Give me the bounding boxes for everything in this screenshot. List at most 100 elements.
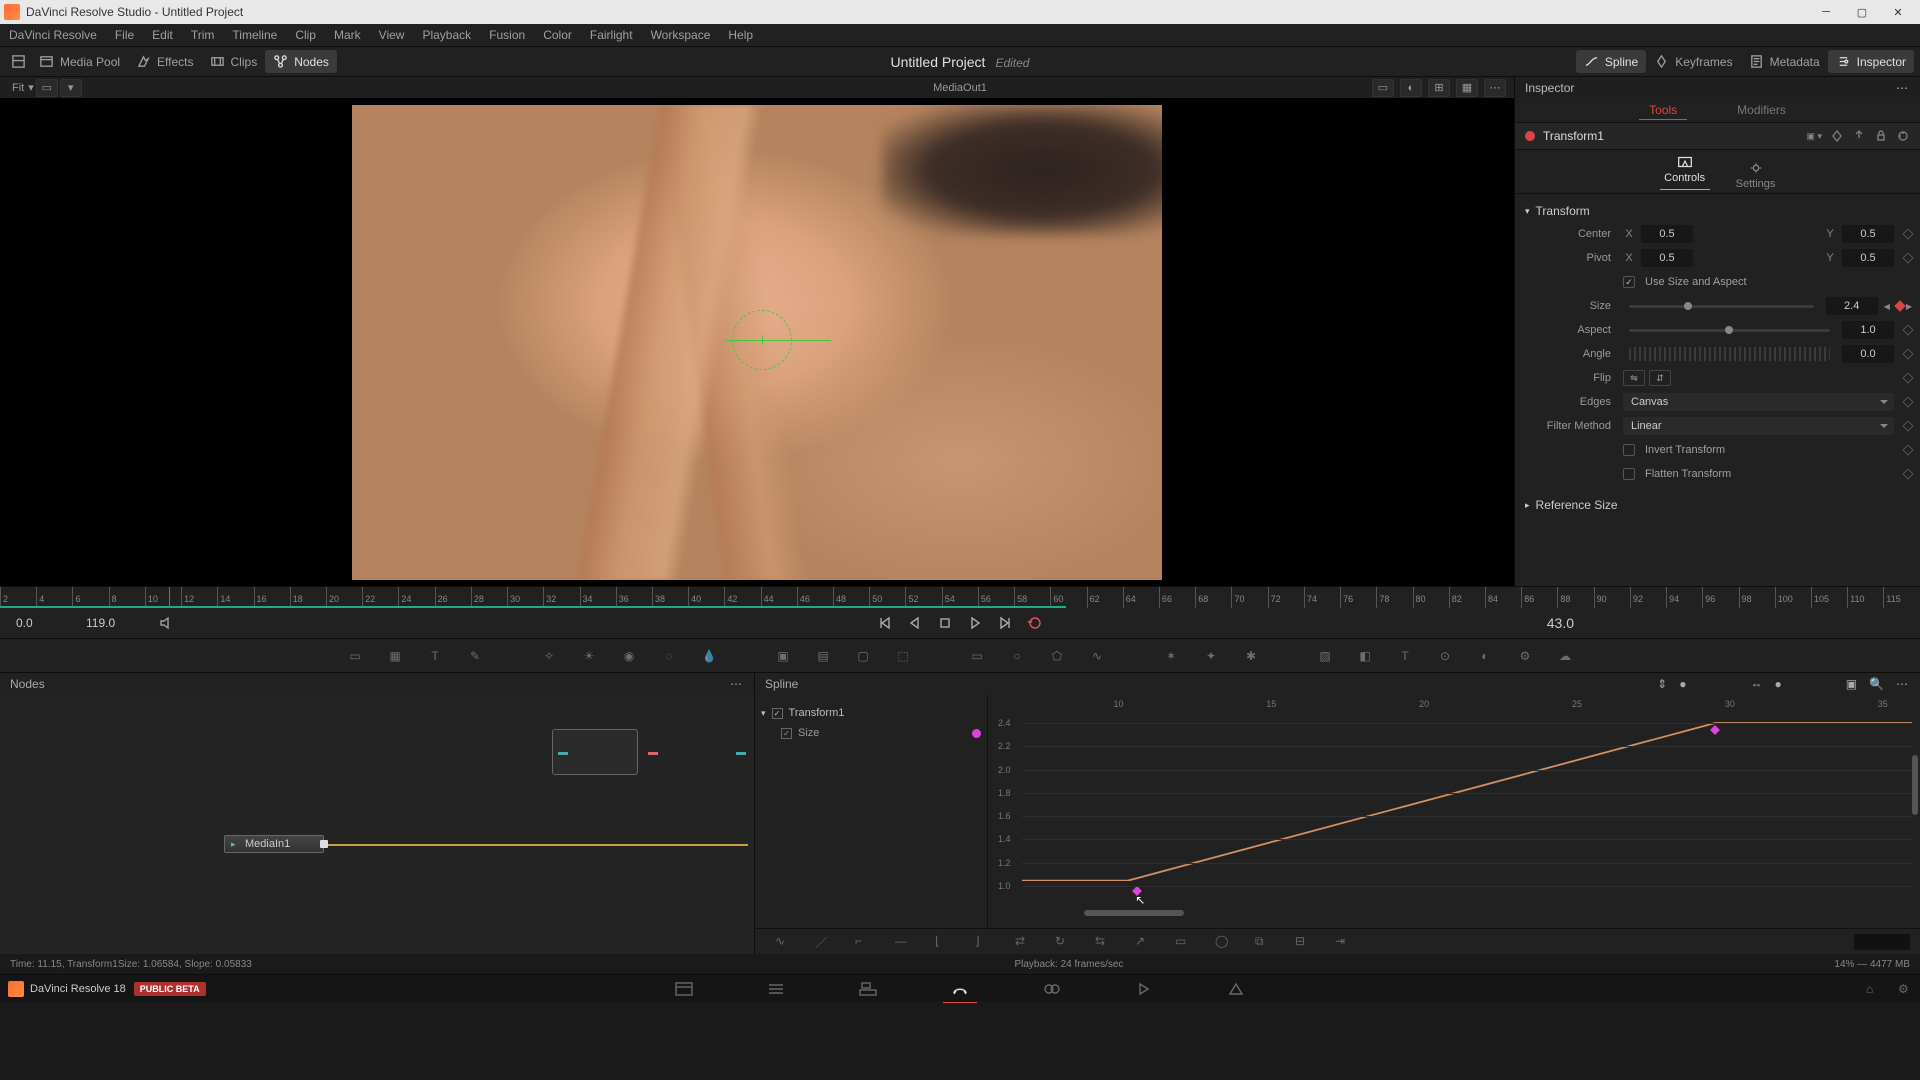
center-y-field[interactable]: 0.5	[1842, 225, 1894, 243]
aspect-field[interactable]: 1.0	[1842, 321, 1894, 339]
matte-icon[interactable]: ▤	[813, 646, 833, 666]
inspector-menu[interactable]: ⋯	[1896, 81, 1910, 95]
spline-relative[interactable]: ↗	[1135, 934, 1151, 950]
light-icon[interactable]: ◐	[1475, 646, 1495, 666]
pemitter-icon[interactable]: ✱	[1241, 646, 1261, 666]
text3d-icon[interactable]: T	[1395, 646, 1415, 666]
blur-icon[interactable]: ◌	[659, 646, 679, 666]
last-frame[interactable]	[997, 615, 1013, 631]
mediain-output[interactable]	[320, 840, 328, 848]
spline-v-scroll[interactable]	[1912, 755, 1918, 815]
prender-icon[interactable]: ✦	[1201, 646, 1221, 666]
maximize-button[interactable]: ▢	[1844, 1, 1880, 23]
size-check[interactable]	[781, 728, 792, 739]
page-cut[interactable]	[765, 980, 787, 998]
keyframe-diamond[interactable]	[1902, 444, 1913, 455]
spline-flat[interactable]: —	[895, 934, 911, 950]
menu-help[interactable]: Help	[719, 24, 762, 46]
spline-graph[interactable]: ↖ 2.42.22.01.81.61.41.21.0101520253035	[987, 695, 1920, 928]
menu-timeline[interactable]: Timeline	[223, 24, 286, 46]
size-color[interactable]	[972, 729, 981, 738]
camera3d-icon[interactable]: ⊙	[1435, 646, 1455, 666]
page-media[interactable]	[673, 980, 695, 998]
spline-step[interactable]: ⌐	[855, 934, 871, 950]
merge-icon[interactable]: ▣	[773, 646, 793, 666]
media-pool-button[interactable]: Media Pool	[31, 50, 128, 73]
spline-h-scroll[interactable]	[1084, 910, 1184, 916]
size-field[interactable]: 2.4	[1826, 297, 1878, 315]
range-start[interactable]: 0.0	[16, 616, 76, 630]
viewer-layout-b[interactable]: ▾	[60, 79, 82, 97]
keyframe-diamond[interactable]	[1902, 348, 1913, 359]
subtab-settings[interactable]: Settings	[1736, 161, 1776, 193]
lock-icon[interactable]	[1874, 129, 1888, 143]
camera-icon[interactable]: ◉	[619, 646, 639, 666]
brightness-icon[interactable]: ☀	[579, 646, 599, 666]
section-reference-size[interactable]: ▸Reference Size	[1515, 494, 1920, 516]
node-port-out[interactable]	[648, 752, 658, 755]
size-keyframe[interactable]	[1894, 300, 1905, 311]
keyframe-diamond[interactable]	[1902, 420, 1913, 431]
polygon-icon[interactable]: ⬠	[1047, 646, 1067, 666]
zoom-h-icon[interactable]: ⇔	[1750, 677, 1762, 691]
home-icon[interactable]: ⌂	[1866, 982, 1880, 996]
reset-icon[interactable]	[1896, 129, 1910, 143]
loop[interactable]	[1027, 615, 1043, 631]
viewer-opt-a[interactable]: ▭	[1372, 79, 1394, 97]
merge3d-icon[interactable]: ☁	[1555, 646, 1575, 666]
pin-icon[interactable]	[1852, 129, 1866, 143]
zoom-fit-icon[interactable]: ▣	[1846, 677, 1857, 691]
spline-pingpong[interactable]: ⇆	[1095, 934, 1111, 950]
close-button[interactable]: ✕	[1880, 1, 1916, 23]
text-icon[interactable]: T	[425, 646, 445, 666]
page-fusion[interactable]	[949, 980, 971, 998]
tree-size[interactable]: Size	[761, 723, 981, 743]
speaker-icon[interactable]	[158, 615, 174, 631]
spline-ease-in[interactable]: ⌊	[935, 934, 951, 950]
nodes-menu[interactable]: ⋯	[730, 677, 744, 691]
keyframe-diamond[interactable]	[1902, 252, 1913, 263]
viewer-more[interactable]: ⋯	[1484, 79, 1506, 97]
menu-davinci-resolve[interactable]: DaVinci Resolve	[0, 24, 106, 46]
menu-edit[interactable]: Edit	[143, 24, 182, 46]
spline-paste[interactable]: ⊟	[1295, 934, 1311, 950]
spline-loop[interactable]: ↻	[1055, 934, 1071, 950]
tracker-icon[interactable]: ✧	[539, 646, 559, 666]
zoom-tool-icon[interactable]: 🔍	[1869, 677, 1884, 691]
menu-file[interactable]: File	[106, 24, 143, 46]
image-plane-icon[interactable]: ▨	[1315, 646, 1335, 666]
center-x-field[interactable]: 0.5	[1641, 225, 1693, 243]
spline-lasso[interactable]: ◯	[1215, 934, 1231, 950]
zoom-dot-v[interactable]: ●	[1679, 677, 1686, 691]
particles-icon[interactable]: ✶	[1161, 646, 1181, 666]
menu-trim[interactable]: Trim	[182, 24, 224, 46]
menu-fairlight[interactable]: Fairlight	[581, 24, 642, 46]
viewer[interactable]	[0, 98, 1514, 586]
ellipse-icon[interactable]: ○	[1007, 646, 1027, 666]
pivot-x-field[interactable]: 0.5	[1641, 249, 1693, 267]
keyframe-diamond[interactable]	[1902, 324, 1913, 335]
angle-field[interactable]: 0.0	[1842, 345, 1894, 363]
nodes-button[interactable]: Nodes	[265, 50, 337, 73]
tab-modifiers[interactable]: Modifiers	[1727, 101, 1796, 119]
stop[interactable]	[937, 615, 953, 631]
metadata-button[interactable]: Metadata	[1741, 50, 1828, 73]
menu-mark[interactable]: Mark	[325, 24, 370, 46]
viewer-opt-d[interactable]: ▦	[1456, 79, 1478, 97]
size-slider[interactable]	[1629, 305, 1814, 308]
menu-workspace[interactable]: Workspace	[642, 24, 720, 46]
invert-check[interactable]	[1623, 444, 1635, 456]
page-deliver[interactable]	[1225, 980, 1247, 998]
colorcorrector-icon[interactable]: 💧	[699, 646, 719, 666]
spline-menu[interactable]: ⋯	[1896, 677, 1910, 691]
menu-playback[interactable]: Playback	[413, 24, 480, 46]
versions-icon[interactable]: ▣ ▾	[1806, 131, 1822, 142]
spline-time-stretch[interactable]: ⇥	[1335, 934, 1351, 950]
viewer-layout-a[interactable]: ▭	[36, 79, 58, 97]
spline-value-field[interactable]	[1854, 934, 1910, 950]
zoom-v-icon[interactable]: ⇕	[1657, 677, 1667, 691]
tab-tools[interactable]: Tools	[1639, 101, 1687, 120]
paint-icon[interactable]: ✎	[465, 646, 485, 666]
keyframes-button[interactable]: Keyframes	[1646, 50, 1740, 73]
current-frame[interactable]: 43.0	[1514, 615, 1574, 631]
